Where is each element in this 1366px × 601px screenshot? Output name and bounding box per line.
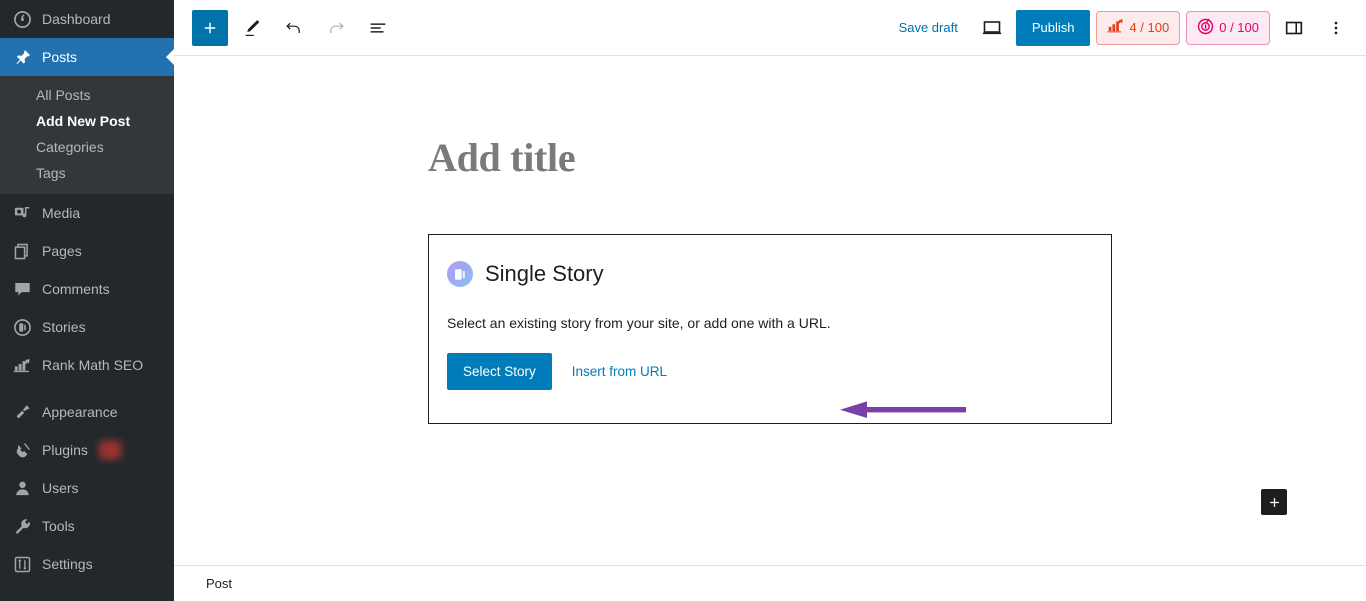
media-icon bbox=[10, 203, 34, 223]
block-header: Single Story bbox=[447, 261, 1093, 287]
select-story-button[interactable]: Select Story bbox=[447, 353, 552, 390]
sidebar-toggle-icon[interactable] bbox=[1276, 10, 1312, 46]
content-ai-score-badge[interactable]: 0 / 100 bbox=[1186, 10, 1270, 45]
tools-pencil-icon[interactable] bbox=[234, 10, 270, 46]
post-content-wrapper: Add title Single Story Select an existin… bbox=[428, 56, 1112, 424]
sidebar-item-label: Rank Math SEO bbox=[42, 357, 144, 373]
content-ai-score-value: 0 / 100 bbox=[1219, 20, 1259, 35]
block-description: Select an existing story from your site,… bbox=[447, 315, 831, 331]
publish-button[interactable]: Publish bbox=[1015, 9, 1091, 46]
rank-math-icon bbox=[10, 355, 34, 375]
preview-desktop-icon[interactable] bbox=[974, 10, 1010, 46]
sidebar-item-plugins[interactable]: Plugins bbox=[0, 431, 174, 469]
list-view-icon[interactable] bbox=[360, 10, 396, 46]
tools-icon bbox=[10, 516, 34, 536]
sidebar-item-comments[interactable]: Comments bbox=[0, 270, 174, 308]
sidebar-item-dashboard[interactable]: Dashboard bbox=[0, 0, 174, 38]
admin-menu-separator bbox=[0, 384, 174, 393]
sidebar-subitem-tags[interactable]: Tags bbox=[0, 160, 174, 186]
dashboard-icon bbox=[10, 9, 34, 29]
editor-footer: Post bbox=[174, 565, 1366, 601]
block-title: Single Story bbox=[485, 261, 604, 286]
post-title-input[interactable]: Add title bbox=[428, 134, 1112, 182]
pages-icon bbox=[10, 241, 34, 261]
breadcrumb-post[interactable]: Post bbox=[206, 576, 232, 591]
editor-header-toolbar: Save draft Publish 4 / 100 0 / 100 bbox=[174, 0, 1366, 56]
insert-from-url-button[interactable]: Insert from URL bbox=[572, 364, 667, 379]
sidebar-item-label: Tools bbox=[42, 518, 75, 534]
redo-icon[interactable] bbox=[318, 10, 354, 46]
sidebar-item-media[interactable]: Media bbox=[0, 194, 174, 232]
header-left-tools bbox=[192, 9, 396, 46]
sidebar-item-label: Posts bbox=[42, 49, 78, 65]
undo-icon[interactable] bbox=[276, 10, 312, 46]
plugins-update-badge bbox=[96, 439, 123, 461]
sidebar-item-label: Dashboard bbox=[42, 11, 111, 27]
sidebar-item-label: Settings bbox=[42, 556, 93, 572]
sidebar-item-label: Media bbox=[42, 205, 81, 221]
block-actions: Select Story Insert from URL bbox=[447, 353, 1093, 390]
seo-score-value: 4 / 100 bbox=[1129, 20, 1170, 35]
content-ai-icon bbox=[1197, 17, 1214, 38]
save-draft-button[interactable]: Save draft bbox=[889, 14, 968, 41]
sidebar-item-label: Users bbox=[42, 480, 79, 496]
sidebar-subitem-all-posts[interactable]: All Posts bbox=[0, 82, 174, 108]
appearance-icon bbox=[10, 402, 34, 422]
block-inserter-button[interactable] bbox=[192, 9, 228, 46]
users-icon bbox=[10, 478, 34, 498]
sidebar-subitem-categories[interactable]: Categories bbox=[0, 134, 174, 160]
header-right-actions: Save draft Publish 4 / 100 0 / 100 bbox=[889, 9, 1354, 46]
kebab-menu-icon[interactable] bbox=[1318, 10, 1354, 46]
sidebar-item-label: Plugins bbox=[42, 442, 88, 458]
seo-score-badge[interactable]: 4 / 100 bbox=[1096, 10, 1181, 45]
single-story-block[interactable]: Single Story Select an existing story fr… bbox=[428, 234, 1112, 424]
sidebar-item-appearance[interactable]: Appearance bbox=[0, 393, 174, 431]
stories-icon bbox=[10, 317, 34, 337]
sidebar-item-pages[interactable]: Pages bbox=[0, 232, 174, 270]
sidebar-item-label: Appearance bbox=[42, 404, 118, 420]
sidebar-item-stories[interactable]: Stories bbox=[0, 308, 174, 346]
comments-icon bbox=[10, 279, 34, 299]
sidebar-item-label: Pages bbox=[42, 243, 82, 259]
sidebar-item-rank-math-seo[interactable]: Rank Math SEO bbox=[0, 346, 174, 384]
rank-math-icon bbox=[1107, 19, 1124, 36]
admin-sidebar: Dashboard Posts All Posts Add New Post Categ… bbox=[0, 0, 174, 601]
sidebar-item-label: Stories bbox=[42, 319, 86, 335]
pin-icon bbox=[10, 47, 34, 67]
sidebar-item-tools[interactable]: Tools bbox=[0, 507, 174, 545]
editor-canvas: Add title Single Story Select an existin… bbox=[174, 56, 1366, 565]
editor-area: Save draft Publish 4 / 100 0 / 100 Add t… bbox=[174, 0, 1366, 601]
sidebar-item-label: Comments bbox=[42, 281, 110, 297]
sidebar-item-posts[interactable]: Posts bbox=[0, 38, 174, 76]
sidebar-submenu-posts: All Posts Add New Post Categories Tags bbox=[0, 76, 174, 194]
sidebar-item-users[interactable]: Users bbox=[0, 469, 174, 507]
settings-icon bbox=[10, 554, 34, 574]
sidebar-item-settings[interactable]: Settings bbox=[0, 545, 174, 583]
sidebar-subitem-add-new-post[interactable]: Add New Post bbox=[0, 108, 174, 134]
plugins-icon bbox=[10, 440, 34, 460]
block-appender-button[interactable] bbox=[1261, 489, 1287, 515]
wordpress-block-editor: Dashboard Posts All Posts Add New Post Categ… bbox=[0, 0, 1366, 601]
web-stories-block-icon bbox=[447, 261, 473, 287]
